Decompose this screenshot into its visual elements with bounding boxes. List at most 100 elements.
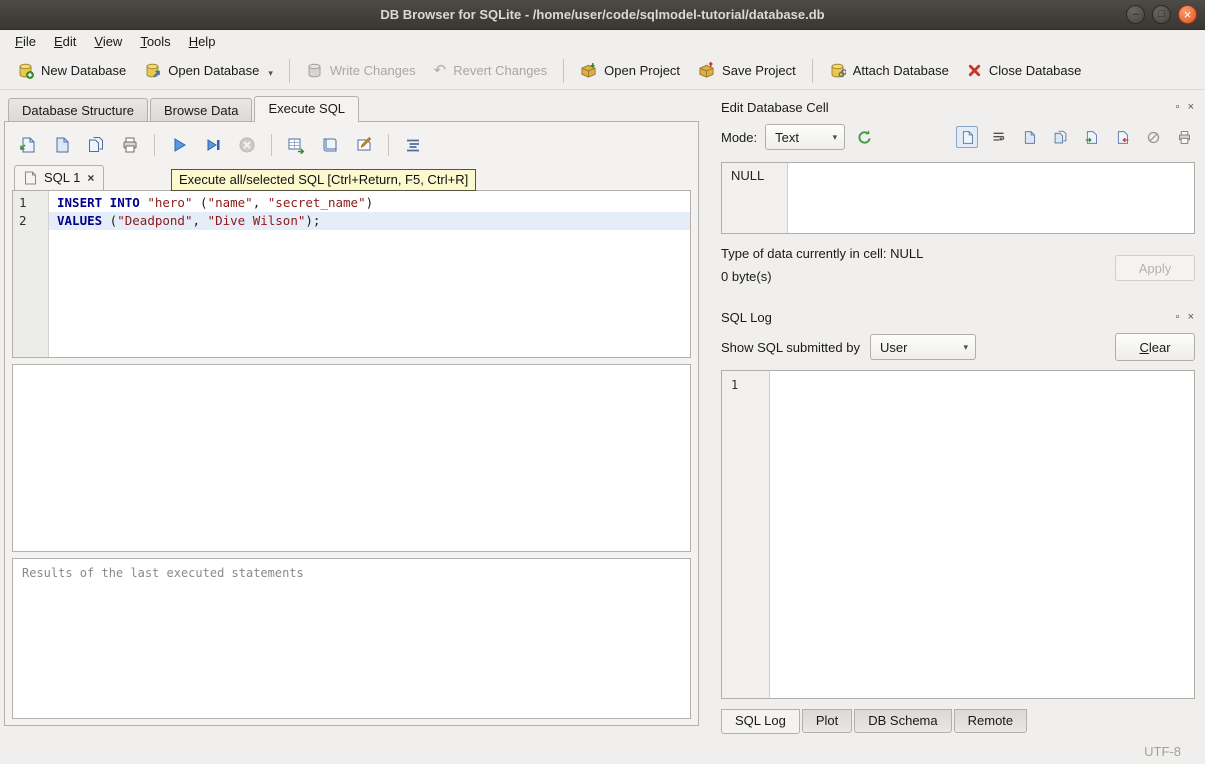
export-cell-data-icon[interactable]: [1111, 126, 1133, 148]
new-database-button[interactable]: New Database: [8, 56, 135, 85]
open-database-button[interactable]: Open Database ▾: [135, 56, 282, 85]
sql-punct: ,: [192, 213, 207, 228]
menu-file[interactable]: File: [6, 32, 45, 51]
clear-button-label: Clear: [1139, 340, 1170, 355]
format-sql-icon[interactable]: [399, 131, 427, 159]
float-dock-icon[interactable]: ▫: [1176, 312, 1180, 323]
open-project-label: Open Project: [604, 63, 680, 78]
write-changes-icon: [306, 62, 323, 79]
sql-log-view[interactable]: 1: [721, 370, 1195, 699]
edit-cell-title: Edit Database Cell: [721, 100, 1176, 115]
attach-database-button[interactable]: Attach Database: [820, 56, 958, 85]
cell-editor-gutter: NULL: [722, 163, 788, 233]
dock-tab-plot[interactable]: Plot: [802, 709, 852, 733]
main-toolbar: New Database Open Database ▾ Write Chang…: [0, 52, 1205, 90]
menu-edit[interactable]: Edit: [45, 32, 85, 51]
dock-tabbar: SQL Log Plot DB Schema Remote: [716, 709, 1196, 734]
apply-button-label: Apply: [1139, 261, 1172, 276]
cell-info-row: Type of data currently in cell: NULL 0 b…: [721, 244, 1195, 292]
close-dock-icon[interactable]: ×: [1188, 102, 1194, 113]
print-sql-icon[interactable]: [116, 131, 144, 159]
close-dock-icon[interactable]: ×: [1188, 312, 1194, 323]
paste-cell-icon[interactable]: [1049, 126, 1071, 148]
results-message-area[interactable]: Results of the last executed statements: [12, 558, 691, 719]
sql-file-tab[interactable]: SQL 1 ×: [14, 165, 104, 190]
revert-changes-label: Revert Changes: [453, 63, 547, 78]
submitted-by-value: User: [880, 340, 907, 355]
tab-execute-sql[interactable]: Execute SQL: [254, 96, 359, 122]
app-window: DB Browser for SQLite - /home/user/code/…: [0, 0, 1205, 764]
close-window-button[interactable]: ×: [1178, 5, 1197, 24]
sql-string: "Dive Wilson": [208, 213, 306, 228]
clear-log-button[interactable]: Clear: [1115, 333, 1195, 361]
sql-editor[interactable]: 1 2 INSERT INTO "hero" ("name", "secret_…: [12, 190, 691, 358]
copy-cell-icon[interactable]: [1018, 126, 1040, 148]
submitted-by-combobox[interactable]: User ▾: [870, 334, 976, 360]
sql-identifier: "secret_name": [268, 195, 366, 210]
sql-log-gutter: 1: [722, 371, 770, 698]
sql-punct: (: [192, 195, 207, 210]
sql-identifier: "name": [208, 195, 253, 210]
chevron-down-icon: ▾: [833, 132, 838, 143]
results-grid[interactable]: [12, 364, 691, 552]
import-cell-data-icon[interactable]: [1080, 126, 1102, 148]
cell-editor[interactable]: NULL: [721, 162, 1195, 234]
sql-log-body[interactable]: [770, 371, 1194, 698]
revert-changes-button: ↶ Revert Changes: [425, 57, 557, 84]
mode-combobox[interactable]: Text ▾: [765, 124, 845, 150]
mode-combobox-value: Text: [775, 130, 799, 145]
line-number: 2: [13, 212, 48, 230]
sql-log-filter-row: Show SQL submitted by User ▾ Clear: [721, 332, 1195, 362]
sql-toolbar-separator: [271, 134, 272, 156]
sql-log-title: SQL Log: [721, 310, 1176, 325]
cell-type-info: Type of data currently in cell: NULL: [721, 246, 1115, 261]
sql-line-1: INSERT INTO "hero" ("name", "secret_name…: [49, 194, 690, 212]
main-tabbar: Database Structure Browse Data Execute S…: [0, 96, 704, 122]
show-sql-label: Show SQL submitted by: [721, 340, 860, 355]
save-sql-file-icon[interactable]: [48, 131, 76, 159]
right-pane: Edit Database Cell ▫ × Mode: Text ▾: [710, 90, 1205, 738]
open-sql-dictionary-icon[interactable]: [316, 131, 344, 159]
mode-label: Mode:: [721, 130, 757, 145]
open-database-icon: [144, 62, 161, 79]
tab-browse-data[interactable]: Browse Data: [150, 98, 252, 122]
dock-tab-remote[interactable]: Remote: [954, 709, 1028, 733]
open-database-label: Open Database: [168, 63, 259, 78]
save-project-button[interactable]: Save Project: [689, 56, 805, 85]
execute-all-sql-button[interactable]: [165, 131, 193, 159]
dock-tab-db-schema[interactable]: DB Schema: [854, 709, 951, 733]
find-replace-icon[interactable]: [350, 131, 378, 159]
text-mode-button[interactable]: [956, 126, 978, 148]
dock-tab-sql-log[interactable]: SQL Log: [721, 709, 800, 734]
menu-help[interactable]: Help: [180, 32, 225, 51]
save-sql-file-as-icon[interactable]: [82, 131, 110, 159]
close-database-button[interactable]: Close Database: [958, 57, 1091, 84]
minimize-button[interactable]: –: [1126, 5, 1145, 24]
new-database-label: New Database: [41, 63, 126, 78]
tab-database-structure[interactable]: Database Structure: [8, 98, 148, 122]
print-cell-icon[interactable]: [1173, 126, 1195, 148]
sql-punct: ,: [253, 195, 268, 210]
menu-tools[interactable]: Tools: [131, 32, 179, 51]
open-project-button[interactable]: Open Project: [571, 56, 689, 85]
open-sql-file-icon[interactable]: [14, 131, 42, 159]
set-null-icon[interactable]: [1142, 126, 1164, 148]
export-results-icon[interactable]: [282, 131, 310, 159]
edit-cell-dock-header: Edit Database Cell ▫ ×: [716, 96, 1196, 118]
apply-data-icon[interactable]: [853, 126, 875, 148]
word-wrap-button[interactable]: [987, 126, 1009, 148]
sql-code[interactable]: INSERT INTO "hero" ("name", "secret_name…: [49, 191, 690, 357]
apply-button: Apply: [1115, 255, 1195, 281]
sql-identifier: "hero": [147, 195, 192, 210]
toolbar-separator: [812, 59, 813, 83]
close-sql-tab-icon[interactable]: ×: [87, 171, 94, 185]
open-database-dropdown-icon[interactable]: ▾: [268, 68, 273, 79]
maximize-button[interactable]: □: [1152, 5, 1171, 24]
cell-editor-body[interactable]: [788, 163, 1194, 233]
menubar: File Edit View Tools Help: [0, 30, 1205, 52]
execute-current-line-button[interactable]: [199, 131, 227, 159]
menu-view[interactable]: View: [85, 32, 131, 51]
edit-cell-toolbar: Mode: Text ▾: [716, 118, 1196, 156]
revert-changes-icon: ↶: [434, 63, 447, 78]
float-dock-icon[interactable]: ▫: [1176, 102, 1180, 113]
